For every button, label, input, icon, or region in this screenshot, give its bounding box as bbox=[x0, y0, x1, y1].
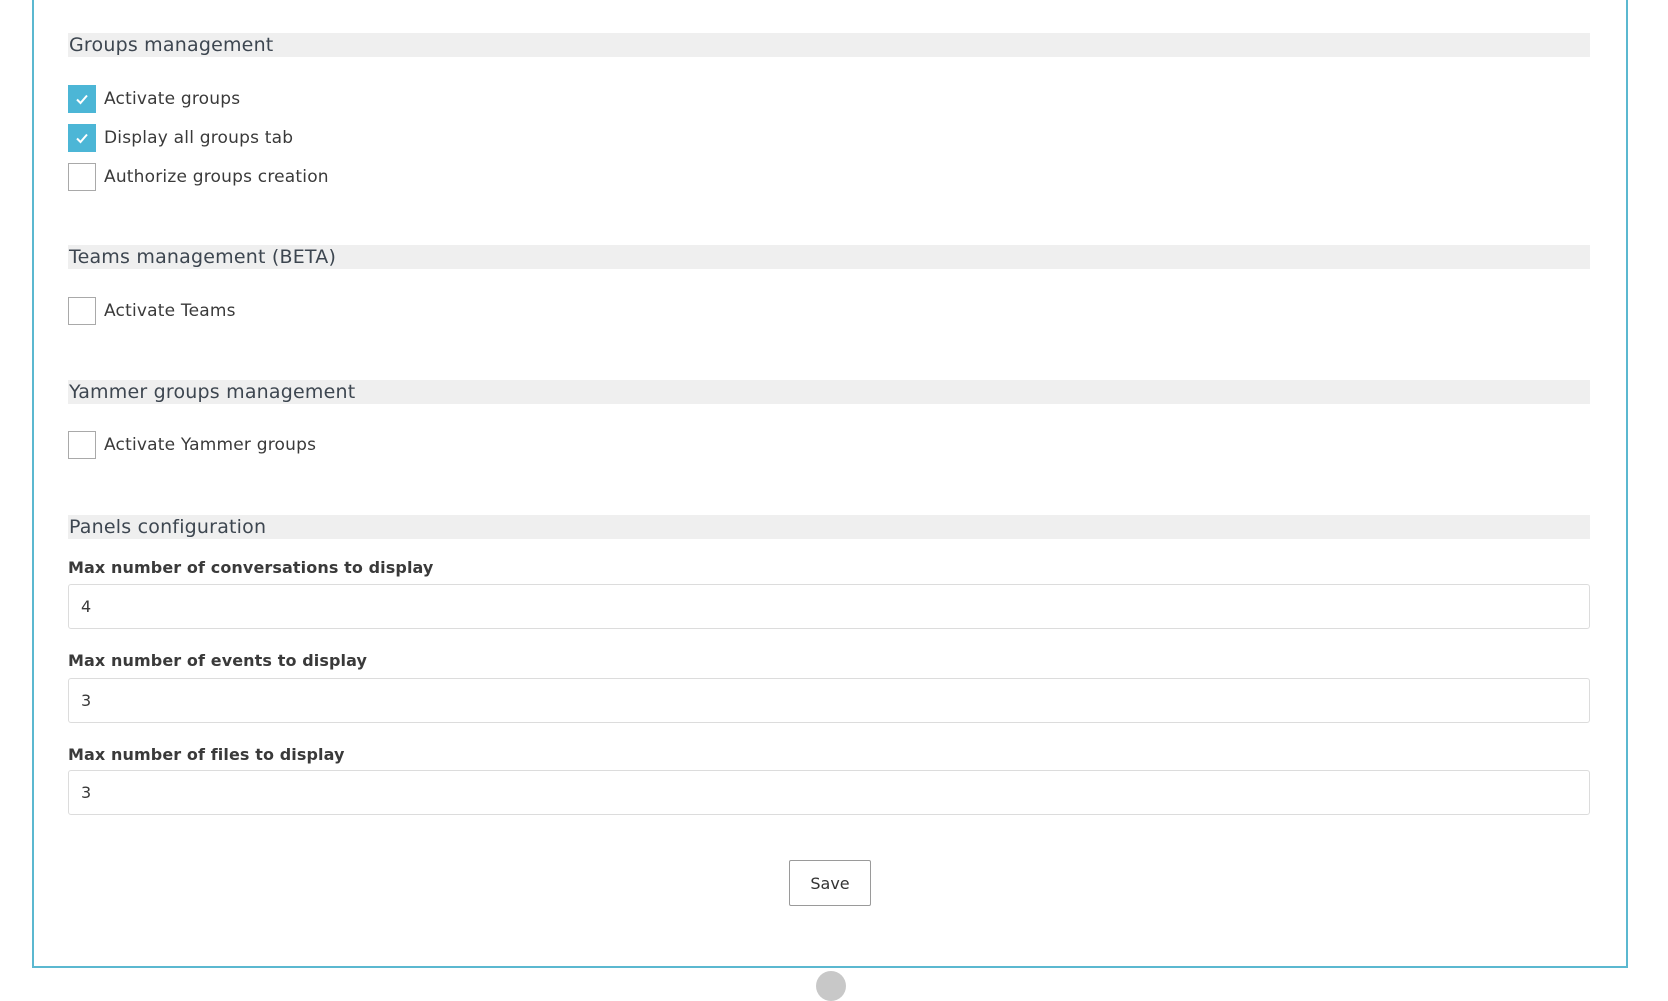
save-button[interactable]: Save bbox=[789, 860, 871, 906]
max-files-input[interactable] bbox=[68, 770, 1590, 815]
activate-teams-label: Activate Teams bbox=[104, 301, 236, 321]
resize-handle[interactable] bbox=[816, 971, 846, 1001]
activate-groups-checkbox[interactable] bbox=[68, 85, 96, 113]
activate-yammer-groups-checkbox[interactable] bbox=[68, 431, 96, 459]
teams-section-header: Teams management (BETA) bbox=[68, 245, 1590, 269]
max-files-label: Max number of files to display bbox=[68, 745, 345, 764]
display-all-groups-tab-label: Display all groups tab bbox=[104, 128, 294, 148]
max-events-label: Max number of events to display bbox=[68, 651, 368, 670]
display-all-groups-tab-option[interactable]: Display all groups tab bbox=[68, 123, 293, 153]
max-events-input[interactable] bbox=[68, 678, 1590, 723]
activate-groups-option[interactable]: Activate groups bbox=[68, 84, 240, 114]
activate-yammer-groups-option[interactable]: Activate Yammer groups bbox=[68, 430, 316, 460]
checkmark-icon bbox=[76, 94, 88, 105]
yammer-section-header: Yammer groups management bbox=[68, 380, 1590, 404]
activate-teams-option[interactable]: Activate Teams bbox=[68, 296, 236, 326]
max-conversations-label: Max number of conversations to display bbox=[68, 558, 434, 577]
panels-section-header: Panels configuration bbox=[68, 515, 1590, 539]
max-conversations-input[interactable] bbox=[68, 584, 1590, 629]
activate-groups-label: Activate groups bbox=[104, 89, 241, 109]
groups-section-header: Groups management bbox=[68, 33, 1590, 57]
authorize-groups-creation-label: Authorize groups creation bbox=[104, 167, 329, 187]
activate-teams-checkbox[interactable] bbox=[68, 297, 96, 325]
display-all-groups-tab-checkbox[interactable] bbox=[68, 124, 96, 152]
authorize-groups-creation-option[interactable]: Authorize groups creation bbox=[68, 162, 329, 192]
activate-yammer-groups-label: Activate Yammer groups bbox=[104, 435, 317, 455]
checkmark-icon bbox=[76, 133, 88, 144]
authorize-groups-creation-checkbox[interactable] bbox=[68, 163, 96, 191]
